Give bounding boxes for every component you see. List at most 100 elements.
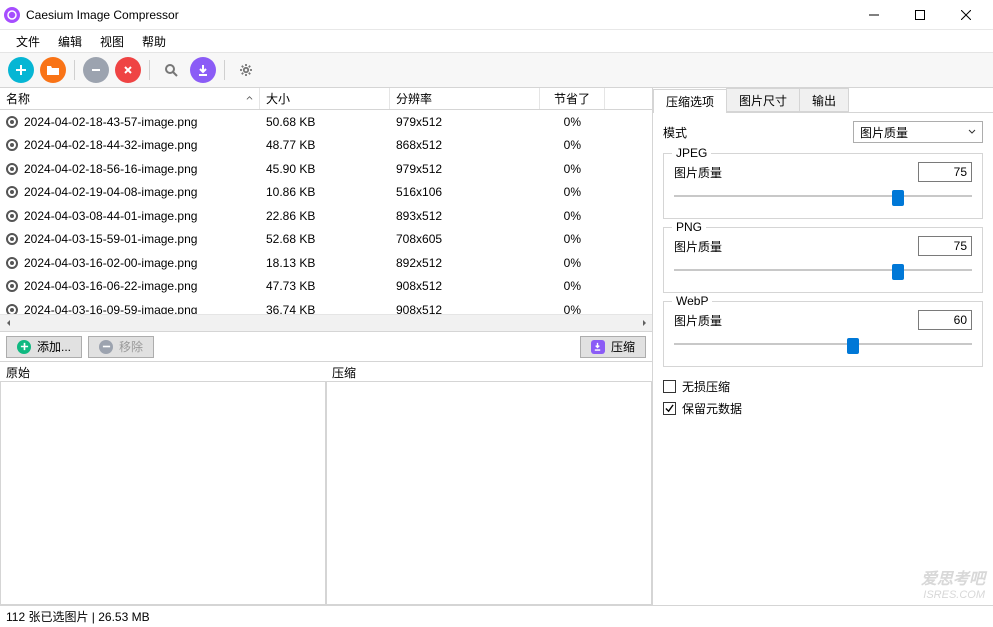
horizontal-scrollbar[interactable] [0,314,652,331]
window-maximize-button[interactable] [897,0,943,30]
app-icon [4,7,20,23]
file-name: 2024-04-03-16-02-00-image.png [24,256,197,270]
file-saved: 0% [540,232,605,246]
file-size: 52.68 KB [260,232,390,246]
menu-file[interactable]: 文件 [8,31,48,52]
file-saved: 0% [540,256,605,270]
window-close-button[interactable] [943,0,989,30]
file-resolution: 516x106 [390,185,540,199]
keep-metadata-checkbox-row[interactable]: 保留元数据 [663,397,983,419]
file-size: 50.68 KB [260,115,390,129]
table-row[interactable]: 2024-04-02-18-44-32-image.png 48.77 KB868… [0,134,652,158]
file-icon [6,210,18,222]
file-size: 47.73 KB [260,279,390,293]
tab-image-size[interactable]: 图片尺寸 [726,88,800,112]
png-quality-input[interactable]: 75 [918,236,972,256]
file-name: 2024-04-02-19-04-08-image.png [24,185,197,199]
action-row: 添加... 移除 压缩 [0,332,652,362]
jpeg-title: JPEG [672,146,711,160]
file-icon [6,280,18,292]
title-bar: Caesium Image Compressor [0,0,993,30]
jpeg-quality-slider[interactable] [674,188,972,204]
table-row[interactable]: 2024-04-02-19-04-08-image.png 10.86 KB516… [0,181,652,205]
jpeg-quality-input[interactable]: 75 [918,162,972,182]
table-row[interactable]: 2024-04-03-16-02-00-image.png18.13 KB892… [0,251,652,275]
app-title: Caesium Image Compressor [26,8,851,22]
menu-help[interactable]: 帮助 [134,31,174,52]
keep-metadata-checkbox[interactable] [663,402,676,415]
file-size: 22.86 KB [260,209,390,223]
menu-edit[interactable]: 编辑 [50,31,90,52]
add-button[interactable]: 添加... [6,336,82,358]
minus-icon [99,340,113,354]
webp-quality-slider[interactable] [674,336,972,352]
file-size: 10.86 KB [260,185,390,199]
file-resolution: 708x605 [390,232,540,246]
compress-button[interactable]: 压缩 [580,336,646,358]
add-files-button[interactable] [8,57,34,83]
png-quality-slider[interactable] [674,262,972,278]
remove-list-button[interactable]: 移除 [88,336,154,358]
compress-toolbar-button[interactable] [190,57,216,83]
remove-button[interactable] [83,57,109,83]
file-saved: 0% [540,138,605,152]
table-row[interactable]: 2024-04-02-18-56-16-image.png45.90 KB979… [0,157,652,181]
column-size[interactable]: 大小 [260,88,390,109]
preview-original-pane [0,381,326,605]
table-row[interactable]: 2024-04-03-08-44-01-image.png 22.86 KB893… [0,204,652,228]
file-saved: 0% [540,209,605,223]
file-size: 48.77 KB [260,138,390,152]
side-panel: 压缩选项 图片尺寸 输出 模式 图片质量 JPEG 图片质量 75 [653,88,993,605]
file-name: 2024-04-03-16-09-59-image.png [24,303,197,314]
file-name: 2024-04-03-08-44-01-image.png [24,209,197,223]
file-icon [6,257,18,269]
table-header: 名称 大小 分辨率 节省了 [0,88,652,110]
settings-button[interactable] [233,57,259,83]
column-saved[interactable]: 节省了 [540,88,605,109]
column-resolution[interactable]: 分辨率 [390,88,540,109]
file-size: 45.90 KB [260,162,390,176]
status-bar: 112 张已选图片 | 26.53 MB [0,605,993,627]
file-resolution: 979x512 [390,162,540,176]
tab-output[interactable]: 输出 [799,88,849,112]
webp-quality-label: 图片质量 [674,312,918,329]
menu-view[interactable]: 视图 [92,31,132,52]
lossless-checkbox-row[interactable]: 无损压缩 [663,375,983,397]
file-resolution: 908x512 [390,303,540,314]
lossless-checkbox[interactable] [663,380,676,393]
table-row[interactable]: 2024-04-03-16-09-59-image.png36.74 KB908… [0,298,652,314]
jpeg-group: JPEG 图片质量 75 [663,153,983,219]
status-text: 112 张已选图片 | 26.53 MB [6,608,150,625]
tab-compress-options[interactable]: 压缩选项 [653,89,727,113]
column-name[interactable]: 名称 [0,88,260,109]
file-saved: 0% [540,279,605,293]
webp-quality-input[interactable]: 60 [918,310,972,330]
file-icon [6,116,18,128]
mode-label: 模式 [663,124,853,141]
mode-select[interactable]: 图片质量 [853,121,983,143]
toolbar [0,52,993,88]
file-resolution: 893x512 [390,209,540,223]
jpeg-quality-label: 图片质量 [674,164,918,181]
file-icon [6,139,18,151]
file-resolution: 868x512 [390,138,540,152]
table-row[interactable]: 2024-04-03-15-59-01-image.png 52.68 KB708… [0,228,652,252]
compress-icon [591,340,605,354]
file-name: 2024-04-02-18-44-32-image.png [24,138,197,152]
file-name: 2024-04-03-15-59-01-image.png [24,232,197,246]
file-resolution: 892x512 [390,256,540,270]
png-group: PNG 图片质量 75 [663,227,983,293]
window-minimize-button[interactable] [851,0,897,30]
open-folder-button[interactable] [40,57,66,83]
file-resolution: 908x512 [390,279,540,293]
clear-button[interactable] [115,57,141,83]
table-row[interactable]: 2024-04-03-16-06-22-image.png47.73 KB908… [0,275,652,299]
file-saved: 0% [540,115,605,129]
table-row[interactable]: 2024-04-02-18-43-57-image.png50.68 KB979… [0,110,652,134]
search-button[interactable] [158,57,184,83]
plus-icon [17,340,31,354]
preview-original-label: 原始 [0,362,326,382]
file-resolution: 979x512 [390,115,540,129]
file-saved: 0% [540,162,605,176]
lossless-label: 无损压缩 [682,378,730,395]
